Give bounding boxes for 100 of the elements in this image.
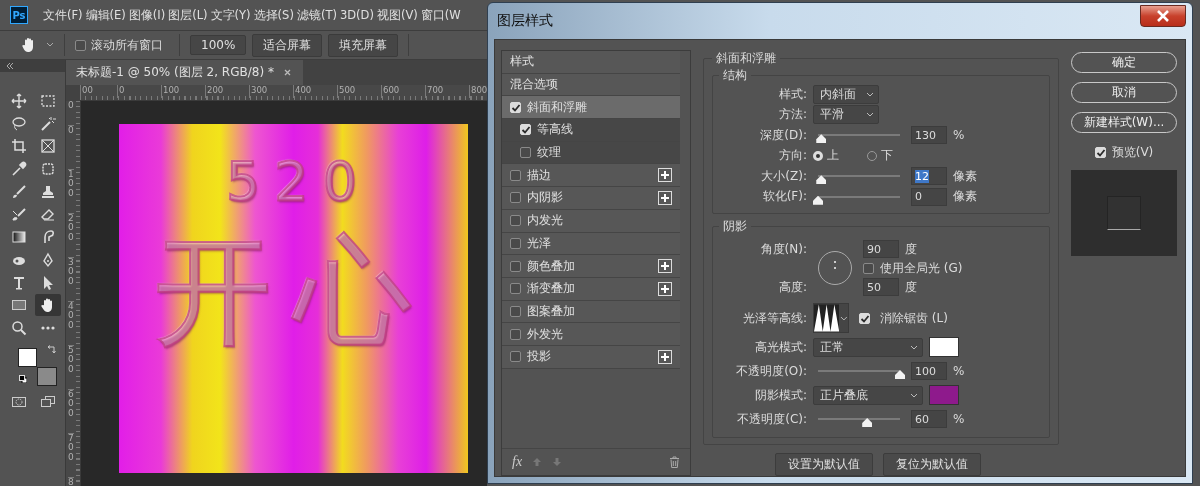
caret-icon	[910, 344, 918, 350]
document-tab[interactable]: 未标题-1 @ 50% (图层 2, RGB/8) *	[66, 60, 303, 85]
screen-mode-icon	[40, 393, 56, 410]
slider-thumb[interactable]	[813, 195, 823, 205]
dialog-button[interactable]: 新建样式(W)...	[1071, 112, 1177, 133]
checkbox[interactable]	[510, 305, 521, 317]
radio-label: 下	[881, 147, 893, 165]
style-list-item[interactable]: 样式	[502, 51, 680, 74]
fx-button[interactable]: fx	[512, 454, 523, 470]
checkbox[interactable]	[510, 192, 521, 204]
menu-item[interactable]: 编辑(E)	[85, 5, 126, 25]
style-label: 斜面和浮雕	[527, 98, 588, 116]
style-list-item[interactable]: 光泽	[502, 232, 680, 256]
plus-icon[interactable]	[658, 349, 672, 364]
style-list-item[interactable]: 外发光	[502, 323, 680, 346]
ruler-label: 600	[68, 389, 74, 433]
style-list-item[interactable]: 混合选项	[502, 73, 680, 97]
menu-item[interactable]: 滤镜(T)	[296, 5, 337, 25]
checkbox[interactable]	[510, 169, 521, 181]
dropdown[interactable]: 正片叠底	[813, 385, 923, 405]
menu-item[interactable]: 文字(Y)	[210, 5, 251, 25]
style-list-item[interactable]: 斜面和浮雕	[502, 96, 680, 120]
unit-label: %	[953, 412, 965, 426]
number-field[interactable]: 130	[911, 126, 947, 145]
checkbox[interactable]	[520, 147, 531, 159]
style-label: 外发光	[527, 325, 564, 343]
background-color-swatch[interactable]	[37, 366, 57, 386]
field-label: 软化(F):	[761, 188, 807, 206]
tool-button[interactable]	[35, 294, 61, 317]
number-field[interactable]: 50	[863, 278, 899, 296]
color-swatch[interactable]	[929, 337, 959, 357]
toolbar-button[interactable]: 适合屏幕	[252, 33, 323, 57]
close-icon	[1156, 10, 1170, 22]
plus-icon[interactable]	[658, 168, 672, 183]
number-field[interactable]: 90	[863, 240, 899, 258]
menu-item[interactable]: 文件(F)	[43, 5, 83, 25]
close-button[interactable]	[1140, 5, 1186, 27]
menu-item[interactable]: 窗口(W	[420, 5, 461, 25]
style-list-item[interactable]: 投影	[502, 345, 680, 369]
menu-item[interactable]: 视图(V)	[376, 5, 418, 25]
marquee-icon	[40, 93, 56, 109]
toolbar-button[interactable]: 100%	[190, 35, 247, 55]
ruler-label: 100	[161, 85, 205, 98]
dropdown[interactable]: 正常	[813, 337, 923, 357]
foreground-color-swatch[interactable]	[18, 347, 37, 367]
close-icon[interactable]	[283, 69, 291, 76]
style-list-item[interactable]: 图案叠加	[502, 300, 680, 324]
toolbar-button[interactable]: 填充屏幕	[328, 33, 399, 57]
dropdown[interactable]: 内斜面	[813, 84, 879, 104]
checkbox[interactable]	[510, 283, 521, 295]
dialog-button[interactable]: 复位为默认值	[883, 453, 981, 476]
number-field[interactable]: 0	[911, 187, 947, 206]
checkbox[interactable]	[863, 262, 874, 274]
checkbox[interactable]	[510, 237, 521, 249]
style-list-item[interactable]: 等高线	[502, 119, 680, 142]
dialog-button[interactable]: 确定	[1071, 52, 1177, 73]
style-list-item[interactable]: 纹理	[502, 141, 680, 165]
style-list-item[interactable]: 内阴影	[502, 187, 680, 210]
caret-icon[interactable]	[46, 42, 54, 48]
trash-icon[interactable]	[669, 456, 680, 468]
checkbox[interactable]	[510, 260, 521, 272]
ruler-label: 00	[80, 85, 117, 98]
checkbox[interactable]	[510, 215, 521, 227]
slider-thumb[interactable]	[816, 134, 827, 144]
field-label: 样式:	[777, 85, 807, 103]
menu-item[interactable]: 选择(S)	[253, 5, 294, 25]
ruler-label: 700	[425, 85, 469, 98]
collapse-icon[interactable]	[6, 63, 14, 69]
eyedropper-icon	[11, 161, 27, 178]
style-list-item[interactable]: 内发光	[502, 209, 680, 233]
slider-thumb[interactable]	[895, 370, 905, 379]
checkbox[interactable]	[75, 39, 86, 51]
number-field[interactable]: 12	[911, 167, 947, 186]
section-title: 斜面和浮雕	[715, 50, 777, 67]
plus-icon[interactable]	[658, 281, 672, 296]
style-list-item[interactable]: 描边	[502, 164, 680, 188]
field-label: 高光模式:	[753, 338, 807, 356]
checkbox[interactable]	[510, 351, 521, 363]
slider-thumb[interactable]	[816, 175, 827, 185]
style-list-item[interactable]: 颜色叠加	[502, 255, 680, 278]
contour-picker[interactable]	[813, 303, 849, 333]
plus-icon[interactable]	[658, 259, 672, 274]
caret-icon	[866, 112, 874, 118]
dialog-button[interactable]: 设置为默认值	[775, 453, 873, 476]
menu-item[interactable]: 图层(L)	[168, 5, 208, 25]
style-list-item[interactable]: 渐变叠加	[502, 277, 680, 301]
color-swatch[interactable]	[929, 385, 959, 405]
radio-label: 上	[827, 147, 839, 165]
slider-thumb[interactable]	[862, 418, 873, 427]
dialog-button[interactable]: 取消	[1071, 82, 1177, 103]
ellipsis-icon	[40, 325, 56, 330]
menu-item[interactable]: 图像(I)	[128, 5, 166, 25]
dropdown[interactable]: 平滑	[813, 105, 879, 125]
default-colors-icon[interactable]	[19, 374, 27, 383]
plus-icon[interactable]	[658, 190, 672, 205]
number-field[interactable]: 60	[911, 410, 947, 428]
number-field[interactable]: 100	[911, 362, 947, 380]
swap-arrows-icon[interactable]	[47, 344, 56, 354]
checkbox[interactable]	[510, 328, 521, 340]
menu-item[interactable]: 3D(D)	[339, 6, 374, 24]
